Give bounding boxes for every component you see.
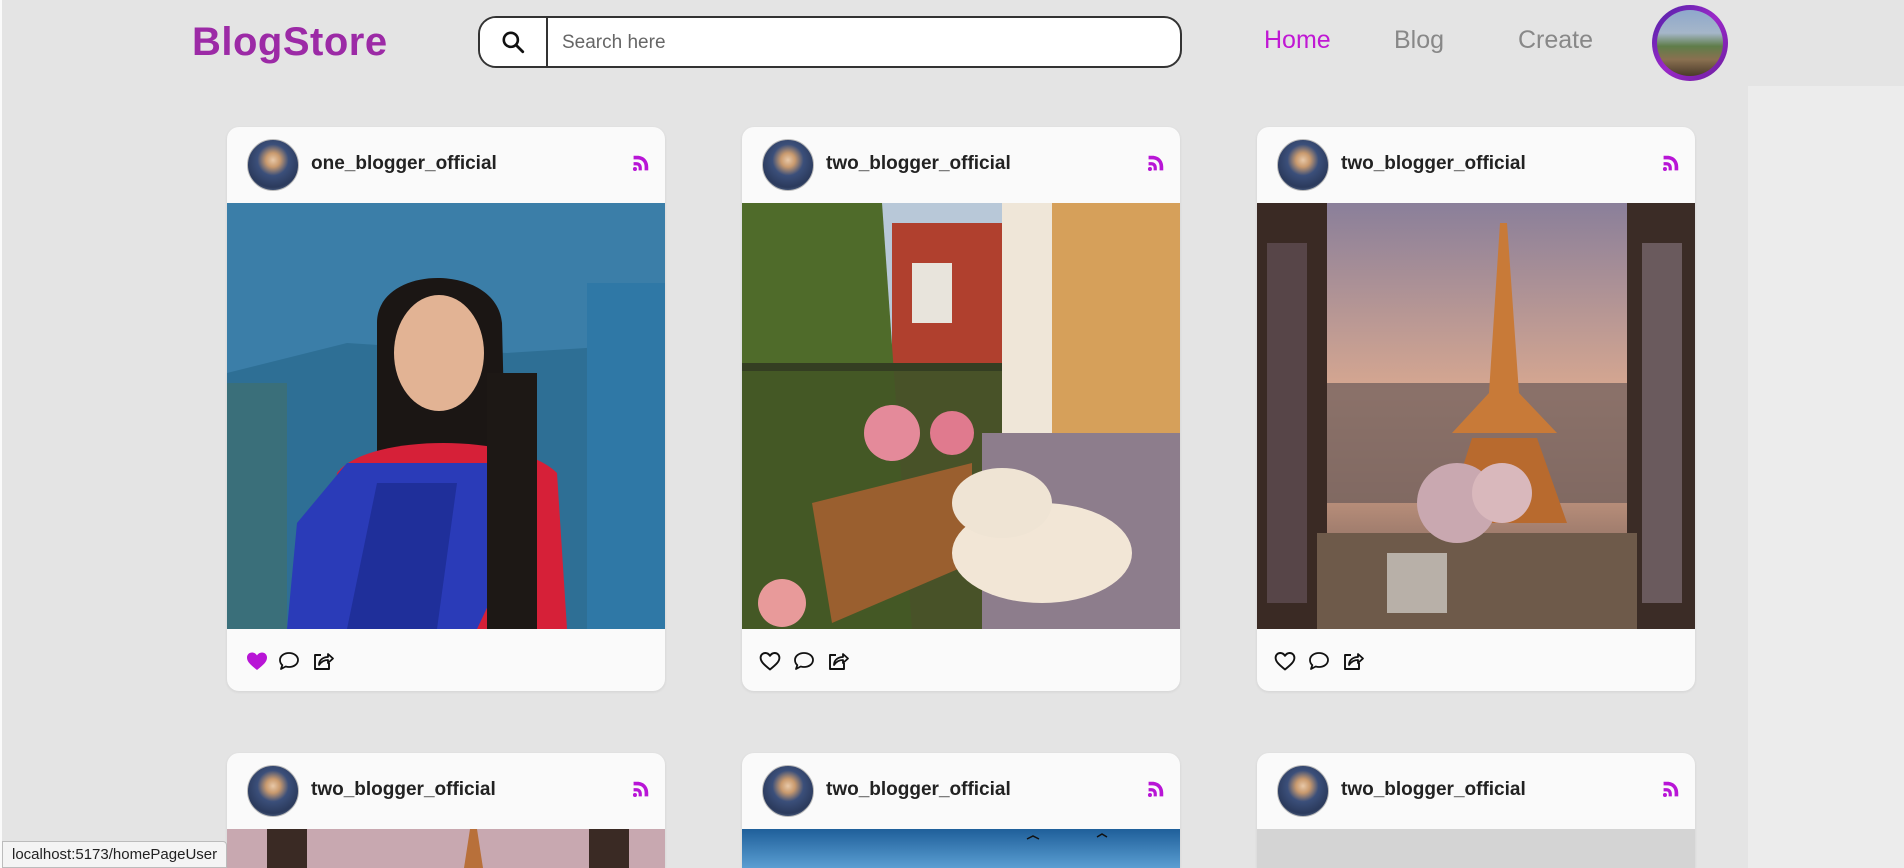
blog-feed-icon[interactable] xyxy=(1144,153,1166,175)
like-heart-icon[interactable] xyxy=(1273,649,1297,673)
browser-status-url: localhost:5173/homePageUser xyxy=(2,841,228,868)
post-author-avatar[interactable] xyxy=(762,139,814,191)
nav-home[interactable]: Home xyxy=(1264,26,1331,55)
blog-feed-icon[interactable] xyxy=(629,779,651,801)
logo[interactable]: BlogStore xyxy=(192,20,388,65)
post-image-illustration xyxy=(227,203,665,629)
post-author-avatar[interactable] xyxy=(1277,765,1329,817)
post-card: one_blogger_official xyxy=(227,127,665,691)
like-heart-icon[interactable] xyxy=(245,649,269,673)
post-author-name[interactable]: two_blogger_official xyxy=(826,153,1011,175)
post-author-name[interactable]: two_blogger_official xyxy=(311,779,496,801)
post-actions xyxy=(1257,629,1695,691)
post-author-avatar[interactable] xyxy=(1277,139,1329,191)
post-image-illustration xyxy=(742,203,1180,629)
post-card: two_blogger_official xyxy=(227,753,665,868)
post-card: two_blogger_official xyxy=(1257,753,1695,868)
post-image-placeholder[interactable] xyxy=(1257,829,1695,868)
post-header: two_blogger_official xyxy=(742,127,1180,203)
post-image-illustration xyxy=(742,829,1180,868)
blog-feed-icon[interactable] xyxy=(1144,779,1166,801)
post-image[interactable] xyxy=(1257,203,1695,629)
post-image[interactable] xyxy=(227,829,665,868)
post-author-avatar[interactable] xyxy=(762,765,814,817)
search-bar xyxy=(478,16,1182,68)
post-card: two_blogger_official xyxy=(742,127,1180,691)
blog-feed-icon[interactable] xyxy=(1659,779,1681,801)
share-icon[interactable] xyxy=(1341,649,1365,673)
post-author-name[interactable]: two_blogger_official xyxy=(1341,153,1526,175)
blog-feed-icon[interactable] xyxy=(1659,153,1681,175)
blog-feed-icon[interactable] xyxy=(629,153,651,175)
post-author-avatar[interactable] xyxy=(247,139,299,191)
post-actions xyxy=(227,629,665,691)
search-input[interactable] xyxy=(548,18,1180,66)
header: BlogStore Home Blog Create xyxy=(2,0,1904,86)
post-header: two_blogger_official xyxy=(1257,753,1695,829)
feed-side-background xyxy=(1748,86,1904,868)
profile-avatar[interactable] xyxy=(1652,5,1728,81)
share-icon[interactable] xyxy=(826,649,850,673)
nav-create[interactable]: Create xyxy=(1518,26,1593,55)
nav-blog[interactable]: Blog xyxy=(1394,26,1444,55)
post-image-illustration xyxy=(1257,203,1695,629)
post-header: two_blogger_official xyxy=(1257,127,1695,203)
post-author-name[interactable]: one_blogger_official xyxy=(311,153,497,175)
post-author-name[interactable]: two_blogger_official xyxy=(1341,779,1526,801)
page: BlogStore Home Blog Create one_blogger_o… xyxy=(0,0,1904,868)
post-header: one_blogger_official xyxy=(227,127,665,203)
post-author-name[interactable]: two_blogger_official xyxy=(826,779,1011,801)
post-image[interactable] xyxy=(227,203,665,629)
like-heart-icon[interactable] xyxy=(758,649,782,673)
comment-icon[interactable] xyxy=(792,649,816,673)
post-card: two_blogger_official xyxy=(742,753,1180,868)
search-button[interactable] xyxy=(480,18,548,66)
share-icon[interactable] xyxy=(311,649,335,673)
post-image-illustration xyxy=(227,829,665,868)
post-header: two_blogger_official xyxy=(227,753,665,829)
post-image[interactable] xyxy=(742,829,1180,868)
window-edge xyxy=(0,0,2,868)
post-actions xyxy=(742,629,1180,691)
post-image[interactable] xyxy=(742,203,1180,629)
post-header: two_blogger_official xyxy=(742,753,1180,829)
comment-icon[interactable] xyxy=(1307,649,1331,673)
comment-icon[interactable] xyxy=(277,649,301,673)
profile-avatar-image xyxy=(1657,10,1723,76)
search-icon xyxy=(502,31,525,54)
post-card: two_blogger_official xyxy=(1257,127,1695,691)
post-author-avatar[interactable] xyxy=(247,765,299,817)
